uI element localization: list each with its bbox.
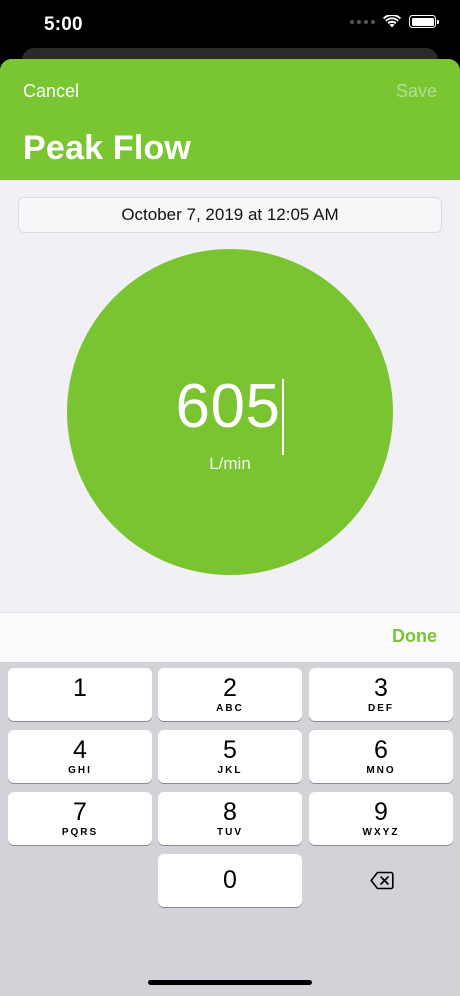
key-digit: 6	[374, 736, 388, 764]
backspace-icon	[370, 871, 394, 890]
text-cursor	[282, 378, 285, 455]
key-digit: 9	[374, 798, 388, 826]
key-digit: 2	[223, 674, 237, 702]
date-picker-field[interactable]: October 7, 2019 at 12:05 AM	[18, 197, 442, 233]
key-letters: GHI	[68, 765, 92, 776]
home-indicator	[148, 980, 312, 985]
key-digit: 5	[223, 736, 237, 764]
reading-value-field[interactable]: 605	[67, 371, 393, 461]
peak-flow-sheet: Cancel Save Peak Flow October 7, 2019 at…	[0, 59, 460, 996]
wifi-icon	[383, 15, 401, 28]
key-letters: ABC	[216, 703, 244, 714]
status-bar: 5:00	[0, 0, 460, 50]
key-letters: PQRS	[61, 827, 99, 838]
key-letters: JKL	[217, 765, 243, 776]
key-8[interactable]: 8 TUV	[158, 792, 302, 845]
key-letters: WXYZ	[362, 827, 400, 838]
keyboard-accessory-bar: Done	[0, 612, 460, 662]
key-3[interactable]: 3 DEF	[309, 668, 453, 721]
save-button[interactable]: Save	[396, 81, 437, 102]
key-5[interactable]: 5 JKL	[158, 730, 302, 783]
key-letters: TUV	[217, 827, 243, 838]
navigation-header: Cancel Save Peak Flow	[0, 59, 460, 180]
key-1[interactable]: 1	[8, 668, 152, 721]
reading-unit: L/min	[209, 454, 251, 473]
key-digit: 1	[73, 674, 87, 702]
key-letters: MNO	[366, 765, 396, 776]
key-7[interactable]: 7 PQRS	[8, 792, 152, 845]
key-digit: 4	[73, 736, 87, 764]
key-2[interactable]: 2 ABC	[158, 668, 302, 721]
key-digit: 3	[374, 674, 388, 702]
key-digit: 0	[223, 866, 237, 894]
cancel-button[interactable]: Cancel	[23, 81, 79, 102]
reading-value: 605	[175, 372, 281, 441]
done-button[interactable]: Done	[392, 626, 437, 647]
page-title: Peak Flow	[23, 129, 192, 167]
reading-circle[interactable]: 605 L/min	[67, 249, 393, 575]
status-time: 5:00	[44, 14, 83, 35]
battery-icon	[409, 15, 439, 28]
cellular-signal-icon	[350, 19, 375, 24]
key-9[interactable]: 9 WXYZ	[309, 792, 453, 845]
key-digit: 8	[223, 798, 237, 826]
key-digit: 7	[73, 798, 87, 826]
key-0[interactable]: 0	[158, 854, 302, 907]
key-letters: DEF	[368, 703, 394, 714]
key-4[interactable]: 4 GHI	[8, 730, 152, 783]
delete-key[interactable]	[309, 854, 453, 907]
status-icons	[350, 15, 439, 28]
key-6[interactable]: 6 MNO	[309, 730, 453, 783]
numeric-keypad: 1 2 ABC 3 DEF 4 GHI 5 JKL 6 MNO 7 PQRS 8…	[0, 662, 460, 996]
